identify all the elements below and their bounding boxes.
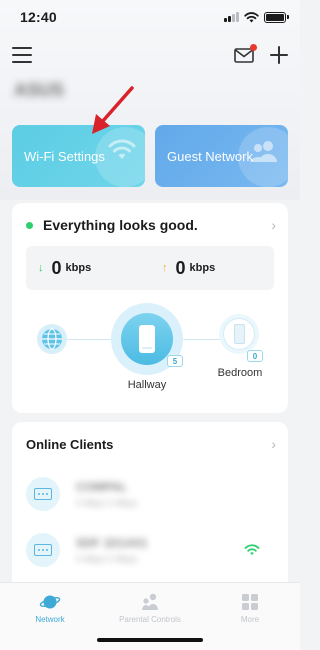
- arrow-up-icon: ↑: [162, 262, 168, 274]
- download-unit: kbps: [65, 262, 92, 274]
- online-clients-card: Online Clients › COMPAL 5 Mbps 0 Mbps SD…: [12, 422, 288, 602]
- tab-network-label: Network: [35, 615, 65, 624]
- guest-network-button[interactable]: Guest Network: [155, 125, 288, 187]
- hallway-client-count: 5: [167, 355, 183, 367]
- device-icon: [26, 533, 60, 567]
- client-name: COMPAL: [76, 480, 128, 494]
- upload-unit: kbps: [189, 262, 216, 274]
- app-header: [0, 40, 300, 70]
- mail-button[interactable]: [234, 44, 257, 63]
- client-row[interactable]: COMPAL 5 Mbps 0 Mbps: [26, 472, 276, 516]
- status-message: Everything looks good.: [43, 217, 198, 233]
- client-row[interactable]: SDF 1D1A01 5 Mbps 0 Mbps: [26, 528, 276, 572]
- client-meta: 5 Mbps 0 Mbps: [76, 554, 138, 564]
- home-indicator: [97, 638, 203, 642]
- status-time: 12:40: [20, 9, 57, 25]
- header-actions: [234, 44, 288, 64]
- hallway-label: Hallway: [127, 379, 167, 391]
- status-icons: [224, 11, 289, 23]
- device-icon: [26, 477, 60, 511]
- bedroom-node[interactable]: [219, 314, 259, 354]
- online-clients-title: Online Clients: [26, 436, 114, 452]
- status-bar: 12:40: [0, 0, 300, 34]
- wifi-signal-icon: [244, 544, 260, 555]
- network-status-card: Everything looks good. › ↓ 0 kbps ↑ 0 kb…: [12, 203, 288, 413]
- planet-icon: [39, 595, 61, 609]
- chevron-right-icon: ›: [271, 436, 276, 452]
- family-icon: [142, 593, 158, 610]
- status-indicator: [26, 221, 33, 229]
- cellular-signal-icon: [224, 12, 239, 22]
- deco-device-icon: [223, 318, 255, 350]
- download-value: 0: [51, 257, 62, 278]
- network-name: ASUS: [14, 80, 65, 100]
- online-clients-header[interactable]: Online Clients ›: [26, 436, 276, 452]
- arrow-down-icon: ↓: [38, 262, 44, 274]
- grid-icon: [242, 594, 258, 610]
- download-speed: ↓ 0 kbps: [26, 246, 150, 290]
- bedroom-client-count: 0: [247, 350, 263, 362]
- tab-more-label: More: [240, 615, 260, 624]
- bedroom-label: Bedroom: [217, 367, 263, 379]
- tab-more[interactable]: More: [200, 583, 300, 650]
- globe-icon[interactable]: [37, 324, 67, 354]
- client-meta: 5 Mbps 0 Mbps: [76, 498, 138, 508]
- topology-link: [182, 339, 222, 340]
- client-info: COMPAL 5 Mbps 0 Mbps: [76, 480, 276, 508]
- notification-dot: [250, 44, 257, 51]
- wifi-settings-label: Wi-Fi Settings: [24, 148, 105, 164]
- plus-icon[interactable]: [270, 46, 288, 64]
- tab-parental-controls-label: Parental Controls: [119, 615, 181, 624]
- speed-panel: ↓ 0 kbps ↑ 0 kbps: [26, 246, 274, 290]
- network-status-row[interactable]: Everything looks good. ›: [26, 215, 276, 235]
- client-name: SDF 1D1A01: [76, 536, 148, 550]
- tab-network[interactable]: Network: [0, 583, 100, 650]
- network-topology: 5 Hallway 0 Bedroom: [12, 298, 288, 398]
- quick-actions: Wi-Fi Settings Guest Network: [12, 125, 288, 187]
- topology-link: [67, 339, 115, 340]
- battery-icon: [264, 11, 289, 23]
- upload-speed: ↑ 0 kbps: [150, 246, 274, 290]
- deco-device-icon: [121, 313, 173, 365]
- hamburger-icon[interactable]: [12, 47, 32, 63]
- wifi-settings-button[interactable]: Wi-Fi Settings: [12, 125, 145, 187]
- upload-value: 0: [175, 257, 186, 278]
- wifi-icon: [108, 139, 136, 159]
- tab-bar: Network Parental Controls More: [0, 582, 300, 650]
- wifi-icon: [244, 11, 259, 22]
- users-icon: [250, 141, 277, 162]
- client-info: SDF 1D1A01 5 Mbps 0 Mbps: [76, 536, 244, 564]
- chevron-right-icon: ›: [271, 217, 276, 233]
